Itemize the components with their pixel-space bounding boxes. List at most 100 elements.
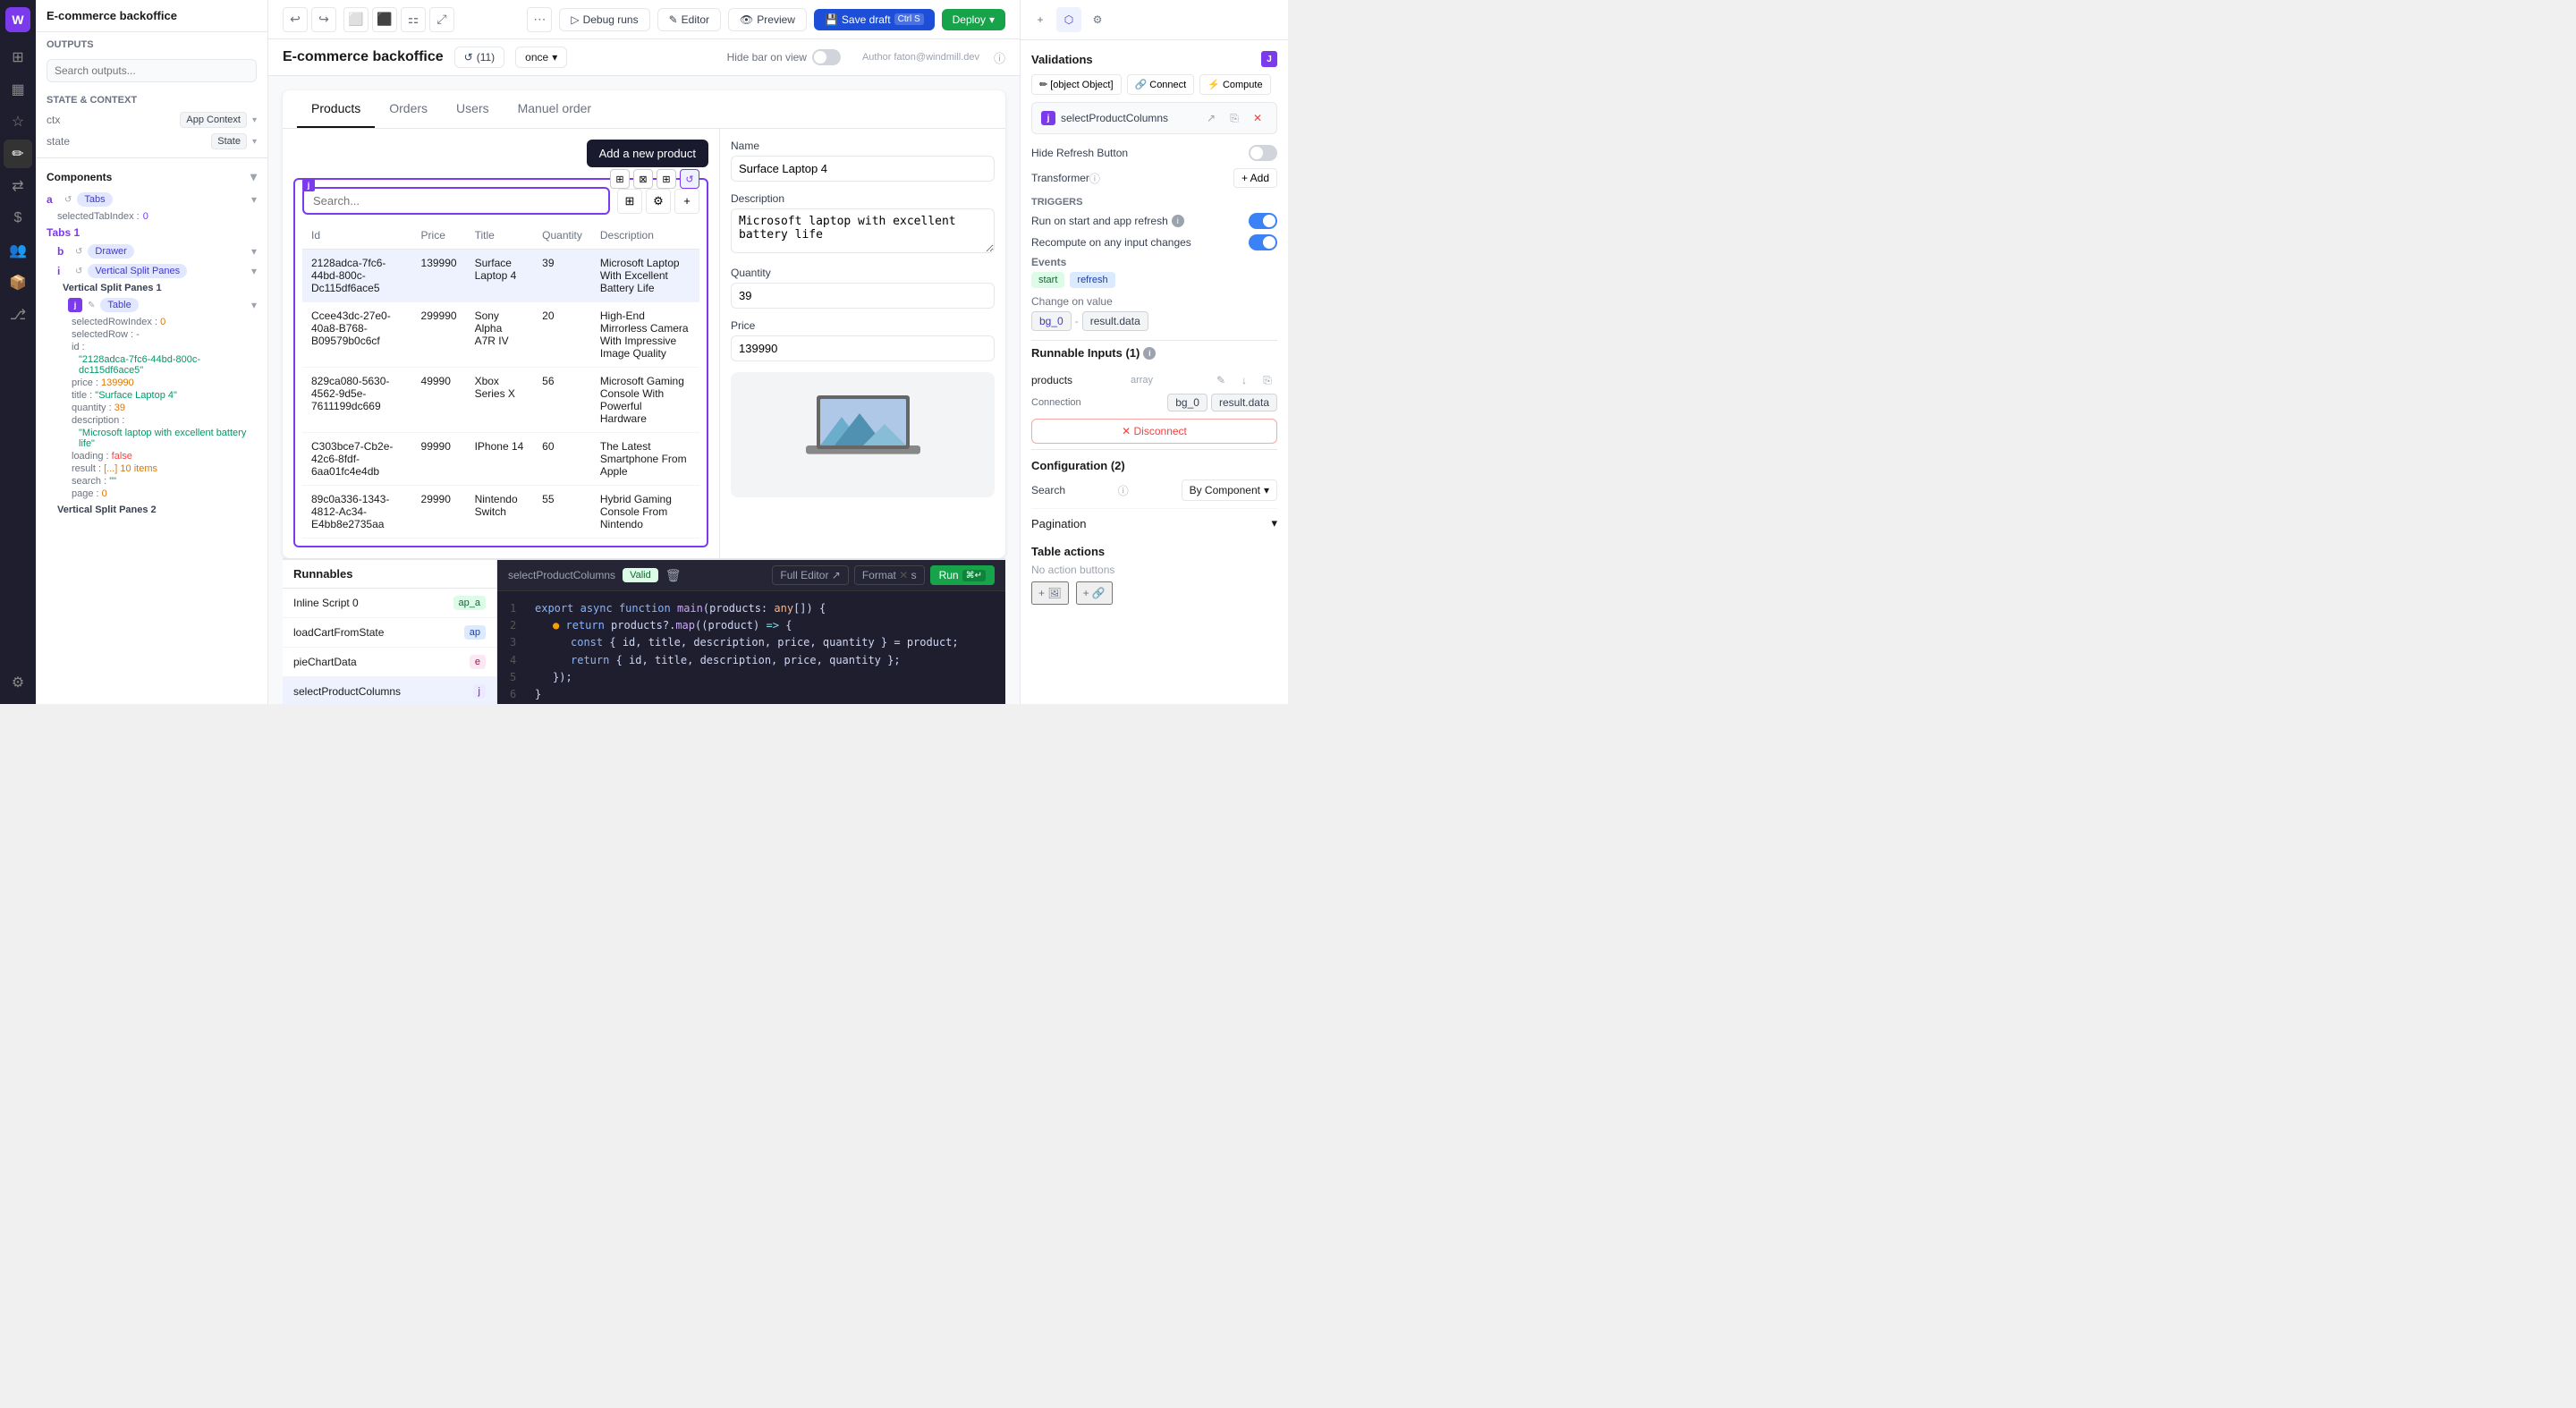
rtab-component[interactable]: ⬡ [1056, 7, 1081, 32]
component-b-refresh[interactable]: ↺ [75, 247, 82, 257]
product-image [731, 372, 995, 497]
name-input[interactable] [731, 156, 995, 182]
nav-dollar[interactable]: $ [4, 204, 32, 233]
component-action-3[interactable]: ⊞ [657, 169, 676, 189]
more-options-button[interactable]: ⋯ [527, 7, 552, 32]
run-on-start-toggle[interactable] [1249, 213, 1277, 229]
add-transformer-button[interactable]: + Add [1233, 168, 1277, 188]
component-a-refresh[interactable]: ↺ [64, 195, 72, 205]
app-logo[interactable]: W [5, 7, 30, 32]
ctx-chevron[interactable]: ▾ [252, 115, 257, 125]
pagination-row[interactable]: Pagination ▾ [1031, 508, 1277, 538]
deploy-button[interactable]: Deploy ▾ [942, 9, 1005, 30]
static-button[interactable]: ✏ [object Object] [1031, 74, 1122, 95]
connect-button[interactable]: 🔗 Connect [1127, 74, 1195, 95]
runnable-item-3[interactable]: selectProductColumns j [283, 677, 496, 704]
split-view-button[interactable]: ⬛ [372, 7, 397, 32]
input-edit-icon[interactable]: ✎ [1211, 370, 1231, 390]
rtab-settings[interactable]: ⚙ [1085, 7, 1110, 32]
tab-manuel-order[interactable]: Manuel order [504, 90, 606, 128]
nav-edit[interactable]: ✏ [4, 140, 32, 168]
nav-settings[interactable]: ⚙ [4, 668, 32, 697]
component-b-expand[interactable]: ▾ [251, 245, 257, 258]
nav-github[interactable]: ⎇ [4, 301, 32, 329]
component-copy[interactable]: ⎘ [1224, 108, 1244, 128]
table-search-input[interactable] [302, 187, 610, 215]
component-a-expand[interactable]: ▾ [251, 193, 257, 206]
once-badge[interactable]: once ▾ [515, 47, 567, 68]
tab-users[interactable]: Users [442, 90, 504, 128]
nav-apps[interactable]: ▦ [4, 75, 32, 104]
by-component-select[interactable]: By Component ▾ [1182, 479, 1277, 501]
debug-runs-button[interactable]: ▷ Debug runs [559, 8, 649, 31]
table-add[interactable]: + [674, 189, 699, 214]
component-action-2[interactable]: ⊠ [633, 169, 653, 189]
runnable-item-1[interactable]: loadCartFromState ap [283, 618, 496, 648]
component-i-refresh[interactable]: ↺ [75, 267, 82, 276]
bg0-badge[interactable]: bg_0 [1031, 311, 1072, 331]
editor-button[interactable]: ✎ Editor [657, 8, 721, 31]
preview-button[interactable]: 👁 Preview [728, 8, 807, 31]
component-j-edit[interactable]: ✎ [88, 301, 95, 310]
refresh-badge[interactable]: ↺ (11) [454, 47, 505, 68]
save-draft-button[interactable]: 💾 Save draft Ctrl S [814, 9, 935, 30]
input-arrow-icon[interactable]: ↓ [1234, 370, 1254, 390]
table-row[interactable]: Ccee43dc-27e0-40a8-B768-B09579b0c6cf 299… [302, 302, 699, 368]
runnable-item-2[interactable]: pieChartData e [283, 648, 496, 677]
table-row[interactable]: 89c0a336-1343-4812-Ac34-E4bb8e2735aa 299… [302, 486, 699, 539]
cell-price: 29990 [412, 486, 466, 539]
result-data-conn-badge[interactable]: result.data [1211, 394, 1277, 411]
row-val: - [136, 329, 140, 340]
redo-button[interactable]: ↪ [311, 7, 336, 32]
component-i-expand[interactable]: ▾ [251, 265, 257, 277]
disconnect-button[interactable]: ✕ Disconnect [1031, 419, 1277, 444]
result-data-badge[interactable]: result.data [1082, 311, 1148, 331]
desktop-view-button[interactable]: ⬜ [343, 7, 369, 32]
component-delete[interactable]: ✕ [1248, 108, 1267, 128]
nav-flow[interactable]: ⇄ [4, 172, 32, 200]
state-value[interactable]: State [211, 133, 247, 149]
rtab-plus[interactable]: + [1028, 7, 1053, 32]
state-chevron[interactable]: ▾ [252, 137, 257, 147]
nav-home[interactable]: ⊞ [4, 43, 32, 72]
component-refresh[interactable]: ↺ [680, 169, 699, 189]
add-product-button[interactable]: Add a new product [587, 140, 708, 167]
components-chevron[interactable]: ▾ [250, 169, 257, 184]
table-fit-cols[interactable]: ⊞ [617, 189, 642, 214]
format-button[interactable]: Format ✕ s [854, 565, 925, 585]
ctx-value[interactable]: App Context [180, 112, 247, 128]
run-button[interactable]: Run ⌘↵ [930, 565, 995, 585]
fullscreen-button[interactable]: ⤢ [429, 7, 454, 32]
description-textarea[interactable]: Microsoft laptop with excellent battery … [731, 208, 995, 253]
price-input[interactable] [731, 335, 995, 361]
runnable-item-0[interactable]: Inline Script 0 ap_a [283, 589, 496, 618]
nav-star[interactable]: ☆ [4, 107, 32, 136]
recompute-toggle[interactable] [1249, 234, 1277, 250]
bg0-conn-badge[interactable]: bg_0 [1167, 394, 1208, 411]
table-row[interactable]: 2128adca-7fc6-44bd-800c-Dc115df6ace5 139… [302, 250, 699, 302]
delete-icon[interactable]: 🗑 [665, 568, 682, 583]
table-row[interactable]: C303bce7-Cb2e-42c6-8fdf-6aa01fc4e4db 999… [302, 433, 699, 486]
hide-bar-toggle[interactable] [812, 49, 841, 65]
search-outputs-input[interactable] [47, 59, 257, 82]
full-editor-button[interactable]: Full Editor ↗ [772, 565, 848, 585]
input-copy-icon[interactable]: ⎘ [1258, 370, 1277, 390]
add-link-action[interactable]: + 🔗 [1076, 581, 1113, 605]
table-row[interactable]: 829ca080-5630-4562-9d5e-7611199dc669 499… [302, 368, 699, 433]
component-j-expand[interactable]: ▾ [251, 299, 257, 311]
tab-orders[interactable]: Orders [375, 90, 442, 128]
compute-button[interactable]: ⚡ Compute [1199, 74, 1270, 95]
hide-refresh-toggle[interactable] [1249, 145, 1277, 161]
nav-box[interactable]: 📦 [4, 268, 32, 297]
quantity-input[interactable] [731, 283, 995, 309]
undo-button[interactable]: ↩ [283, 7, 308, 32]
table-settings[interactable]: ⚙ [646, 189, 671, 214]
add-button-action[interactable]: + 🖼 [1031, 581, 1069, 605]
layout-button[interactable]: ⚏ [401, 7, 426, 32]
start-event-badge: start [1031, 272, 1064, 288]
component-external-link[interactable]: ↗ [1201, 108, 1221, 128]
tab-products[interactable]: Products [297, 90, 375, 128]
nav-users[interactable]: 👥 [4, 236, 32, 265]
author-info-icon[interactable]: ⓘ [994, 49, 1005, 66]
component-action-1[interactable]: ⊞ [610, 169, 630, 189]
